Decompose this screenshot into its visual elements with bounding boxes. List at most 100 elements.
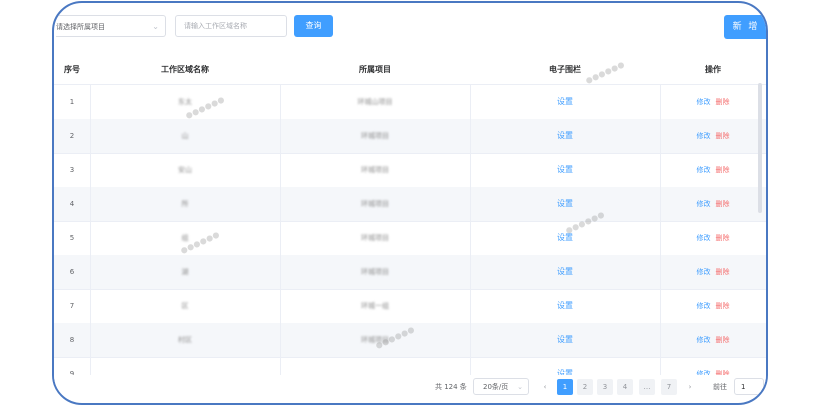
page-button-7[interactable]: 7 (661, 379, 677, 395)
delete-link[interactable]: 删除 (716, 200, 730, 208)
fence-settings-link-cell: 设置 (470, 255, 660, 289)
delete-link[interactable]: 删除 (716, 98, 730, 106)
page-size-select[interactable]: 20条/页 ⌄ (473, 378, 529, 395)
table-scrollbar[interactable] (758, 83, 762, 213)
fence-settings-link-cell: 设置 (470, 119, 660, 153)
delete-link[interactable]: 删除 (716, 336, 730, 344)
area-name-cell: 村区 (90, 323, 280, 357)
chevron-down-icon: ⌄ (152, 22, 159, 31)
actions-cell: 修改 删除 (660, 289, 766, 323)
delete-link[interactable]: 删除 (716, 234, 730, 242)
fence-settings-link[interactable]: 设置 (557, 97, 573, 106)
project-name-cell: 环城项目 (280, 119, 470, 153)
pagination: 共 124 条 20条/页 ⌄ ‹ 1 2 3 4 … 7 › 前往 1 (54, 375, 766, 399)
fence-settings-link[interactable]: 设置 (557, 233, 573, 242)
area-name-cell: 所 (90, 187, 280, 221)
area-name-cell: 东太 (90, 85, 280, 119)
edit-link[interactable]: 修改 (697, 302, 711, 310)
project-name: 环城项目 (361, 336, 389, 344)
next-page-button[interactable]: › (682, 379, 698, 395)
table-row: 8 村区 环城项目 设置 修改 删除 (54, 323, 766, 358)
edit-link[interactable]: 修改 (697, 132, 711, 140)
app-frame: 请选择所属项目 ⌄ 查询 新 增 序号 工作区域名称 所属项目 电子围栏 操作 … (52, 1, 768, 405)
fence-settings-link[interactable]: 设置 (557, 267, 573, 276)
project-select[interactable]: 请选择所属项目 ⌄ (56, 15, 166, 37)
edit-link[interactable]: 修改 (697, 200, 711, 208)
page-button-4[interactable]: 4 (617, 379, 633, 395)
area-name: 安山 (178, 166, 192, 174)
table-row: 6 湖 环城项目 设置 修改 删除 (54, 255, 766, 290)
project-name: 环城项目 (361, 268, 389, 276)
fence-settings-link-cell: 设置 (470, 187, 660, 221)
prev-page-button[interactable]: ‹ (537, 379, 553, 395)
fence-settings-link-cell: 设置 (470, 153, 660, 187)
edit-link[interactable]: 修改 (697, 166, 711, 174)
goto-page-input[interactable]: 1 (734, 378, 764, 395)
query-button[interactable]: 查询 (294, 15, 333, 37)
table-row: 5 组 环城项目 设置 修改 删除 (54, 221, 766, 256)
row-index: 3 (69, 166, 75, 174)
actions-cell: 修改 删除 (660, 119, 766, 153)
fence-settings-link-cell: 设置 (470, 85, 660, 119)
add-button[interactable]: 新 增 (724, 15, 766, 39)
edit-link[interactable]: 修改 (697, 98, 711, 106)
row-index-cell: 2 (54, 119, 90, 153)
fence-settings-link[interactable]: 设置 (557, 335, 573, 344)
area-name-cell: 安山 (90, 153, 280, 187)
area-name-cell: 组 (90, 221, 280, 255)
area-name: 湖 (181, 268, 189, 276)
table-row: 1 东太 环城山项目 设置 修改 删除 (54, 85, 766, 120)
fence-settings-link[interactable]: 设置 (557, 199, 573, 208)
row-index: 7 (69, 302, 75, 310)
row-index-cell: 4 (54, 187, 90, 221)
area-name-cell: 山 (90, 119, 280, 153)
project-name-cell: 环城一组 (280, 289, 470, 323)
actions-cell: 修改 删除 (660, 221, 766, 255)
edit-link[interactable]: 修改 (697, 268, 711, 276)
table-header: 序号 工作区域名称 所属项目 电子围栏 操作 (54, 56, 766, 85)
area-name: 东太 (178, 98, 192, 106)
project-select-value: 请选择所属项目 (56, 23, 105, 31)
page-size-value: 20条/页 (483, 383, 509, 391)
delete-link[interactable]: 删除 (716, 268, 730, 276)
table-row: 2 山 环城项目 设置 修改 删除 (54, 119, 766, 154)
delete-link[interactable]: 删除 (716, 166, 730, 174)
edit-link[interactable]: 修改 (697, 336, 711, 344)
project-name-cell: 环城项目 (280, 221, 470, 255)
page-button-1[interactable]: 1 (557, 379, 573, 395)
delete-link[interactable]: 删除 (716, 132, 730, 140)
actions-cell: 修改 删除 (660, 85, 766, 119)
project-name-cell: 环城项目 (280, 323, 470, 357)
fence-settings-link-cell: 设置 (470, 289, 660, 323)
table-row: 7 区 环城一组 设置 修改 删除 (54, 289, 766, 324)
area-name-cell: 湖 (90, 255, 280, 289)
row-index: 1 (69, 98, 75, 106)
edit-link[interactable]: 修改 (697, 234, 711, 242)
column-header-fence: 电子围栏 (549, 65, 581, 74)
row-index-cell: 6 (54, 255, 90, 289)
search-input[interactable] (175, 15, 287, 37)
fence-settings-link[interactable]: 设置 (557, 165, 573, 174)
area-name: 村区 (178, 336, 192, 344)
column-header-area-name: 工作区域名称 (161, 65, 209, 74)
page-button-2[interactable]: 2 (577, 379, 593, 395)
area-name: 山 (181, 132, 189, 140)
project-name: 环城一组 (361, 302, 389, 310)
project-name: 环城项目 (361, 200, 389, 208)
row-index-cell: 7 (54, 289, 90, 323)
row-index-cell: 5 (54, 221, 90, 255)
page-button-3[interactable]: 3 (597, 379, 613, 395)
row-index-cell: 8 (54, 323, 90, 357)
delete-link[interactable]: 删除 (716, 302, 730, 310)
row-index: 8 (69, 336, 75, 344)
page-ellipsis[interactable]: … (639, 379, 655, 395)
fence-settings-link-cell: 设置 (470, 323, 660, 357)
project-name-cell: 环城山项目 (280, 85, 470, 119)
area-name: 区 (181, 302, 189, 310)
fence-settings-link[interactable]: 设置 (557, 301, 573, 310)
pagination-total: 共 124 条 (435, 383, 467, 391)
fence-settings-link[interactable]: 设置 (557, 131, 573, 140)
row-index: 2 (69, 132, 75, 140)
column-header-actions: 操作 (705, 65, 721, 74)
actions-cell: 修改 删除 (660, 255, 766, 289)
